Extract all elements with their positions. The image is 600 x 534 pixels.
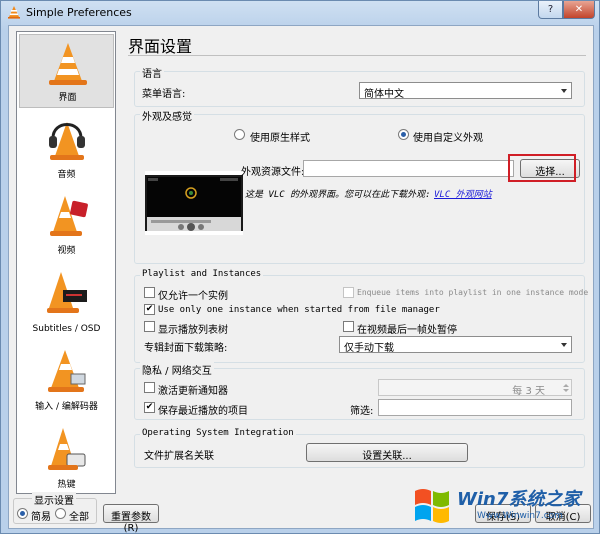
enqueue-label: Enqueue items into playlist in one insta…: [357, 288, 589, 297]
client-area: 界面 音频 视频 Subtitles / OSD 输入 / 编解码器 热键 界面…: [8, 25, 594, 534]
watermark-url: Www.Winwin7.com: [477, 511, 563, 521]
window-title: Simple Preferences: [26, 6, 132, 19]
native-style-radio[interactable]: [234, 129, 245, 140]
spin-up-icon: [563, 384, 569, 387]
fm-instance-checkbox[interactable]: ✔: [144, 304, 155, 315]
skin-file-label: 外观资源文件:: [241, 167, 305, 178]
native-style-label: 使用原生样式: [250, 133, 310, 144]
title-bar[interactable]: Simple Preferences ? ✕: [1, 1, 599, 25]
simple-label: 简易: [31, 512, 51, 523]
chevron-down-icon: [561, 89, 567, 93]
os-group-title: Operating System Integration: [140, 428, 296, 438]
title-divider: [128, 55, 586, 56]
reset-button[interactable]: 重置参数(R): [103, 504, 159, 534]
one-instance-checkbox[interactable]: [144, 287, 155, 298]
sidebar-item-hotkeys[interactable]: 热键: [19, 420, 114, 493]
sidebar-item-subtitles[interactable]: Subtitles / OSD: [19, 264, 114, 338]
page-title: 界面设置: [128, 37, 193, 56]
sidebar-item-label: 输入 / 编解码器: [35, 402, 98, 412]
chevron-down-icon: [561, 343, 567, 347]
file-assoc-label: 文件扩展名关联: [144, 451, 214, 462]
category-sidebar[interactable]: 界面 音频 视频 Subtitles / OSD 输入 / 编解码器 热键: [16, 31, 116, 494]
checkmark-icon: ✔: [145, 304, 154, 314]
update-interval-spinbox[interactable]: 每 3 天: [378, 379, 572, 397]
pause-last-frame-label: 在视频最后一帧处暂停: [357, 325, 457, 336]
custom-skin-label: 使用自定义外观: [413, 133, 483, 144]
privacy-group-title: 隐私 / 网络交互: [140, 362, 214, 377]
enqueue-checkbox[interactable]: [343, 287, 354, 298]
input-codecs-cone-icon: [48, 350, 86, 392]
menu-language-label: 菜单语言:: [142, 89, 186, 100]
vlc-app-icon: [8, 6, 20, 19]
playlist-group-title: Playlist and Instances: [140, 269, 264, 279]
preferences-window: Simple Preferences ? ✕ 界面 音频 视频 Subtitle…: [0, 0, 600, 534]
help-button[interactable]: ?: [538, 1, 563, 19]
menu-language-select[interactable]: 简体中文: [359, 82, 572, 100]
sidebar-item-label: 视频: [57, 246, 76, 256]
all-radio[interactable]: [55, 508, 66, 519]
album-art-value: 仅手动下载: [344, 343, 394, 354]
fm-instance-label: Use only one instance when started from …: [158, 305, 440, 315]
headphones-cone-icon: [49, 122, 85, 160]
menu-language-value: 简体中文: [364, 89, 404, 100]
film-cone-icon: [50, 196, 88, 236]
vlc-cone-icon: [49, 43, 87, 85]
sidebar-item-label: 热键: [57, 480, 76, 490]
custom-skin-radio[interactable]: [398, 129, 409, 140]
close-button[interactable]: ✕: [563, 1, 595, 19]
filter-label: 筛选:: [350, 406, 374, 417]
sidebar-item-label: 音频: [57, 170, 76, 180]
set-associations-button[interactable]: 设置关联...: [306, 443, 468, 462]
skin-note: 这是 VLC 的外观界面。您可以在此下载外观:: [245, 190, 431, 200]
hotkeys-cone-icon: [48, 428, 86, 470]
language-group-title: 语言: [140, 65, 164, 80]
watermark-title: Win7系统之家: [457, 489, 581, 510]
sidebar-item-label: Subtitles / OSD: [32, 324, 101, 334]
look-group-title: 外观及感觉: [140, 108, 194, 123]
all-label: 全部: [69, 512, 89, 523]
save-recent-label: 保存最近播放的项目: [158, 406, 248, 417]
sidebar-item-interface[interactable]: 界面: [19, 34, 114, 108]
album-art-label: 专辑封面下载策略:: [144, 343, 228, 354]
highlight-box: [508, 154, 576, 182]
update-notify-label: 激活更新通知器: [158, 386, 228, 397]
subtitles-cone-icon: [47, 272, 87, 313]
album-art-select[interactable]: 仅手动下载: [339, 336, 572, 354]
sidebar-item-label: 界面: [58, 93, 77, 103]
pause-last-frame-checkbox[interactable]: [343, 321, 354, 332]
skin-preview-image: [145, 171, 243, 235]
simple-radio[interactable]: [17, 508, 28, 519]
sidebar-item-video[interactable]: 视频: [19, 186, 114, 260]
playlist-tree-label: 显示播放列表树: [158, 325, 228, 336]
playlist-tree-checkbox[interactable]: [144, 321, 155, 332]
save-recent-checkbox[interactable]: ✔: [144, 402, 155, 413]
sidebar-item-audio[interactable]: 音频: [19, 110, 114, 184]
update-interval-value: 每 3 天: [512, 386, 545, 397]
vlc-skins-link[interactable]: VLC 外观网站: [434, 187, 492, 200]
skin-file-input[interactable]: [303, 160, 514, 177]
update-notify-checkbox[interactable]: [144, 382, 155, 393]
sidebar-item-input-codecs[interactable]: 输入 / 编解码器: [19, 342, 114, 416]
spin-down-icon: [563, 389, 569, 392]
show-settings-title: 显示设置: [32, 492, 76, 507]
checkmark-icon: ✔: [145, 402, 154, 412]
filter-input[interactable]: [378, 399, 572, 416]
watermark: Win7系统之家 Www.Winwin7.com: [411, 481, 600, 533]
one-instance-label: 仅允许一个实例: [158, 291, 228, 302]
